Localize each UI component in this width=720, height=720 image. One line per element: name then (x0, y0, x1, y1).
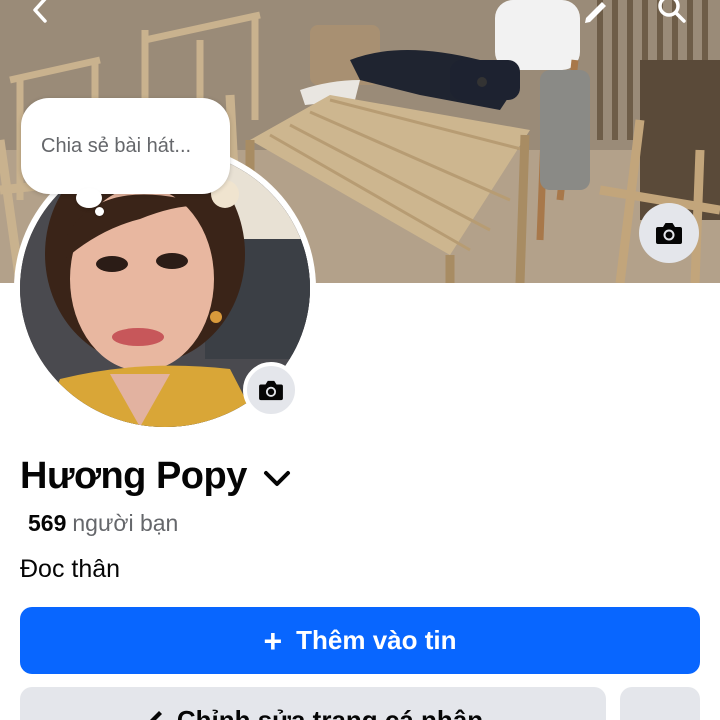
camera-icon (259, 380, 283, 401)
back-button[interactable] (24, 0, 56, 26)
add-to-story-label: Thêm vào tin (296, 625, 457, 655)
profile-name: Hương Popy (20, 455, 247, 497)
more-options-button[interactable]: ... (620, 687, 700, 720)
plus-icon: + (263, 622, 283, 659)
friends-count: 569 (28, 510, 67, 536)
more-horizontal-icon: ... (649, 701, 671, 720)
profile-name-row[interactable]: Hương Popy (20, 455, 291, 498)
camera-icon (656, 223, 682, 244)
chevron-down-icon[interactable] (263, 470, 291, 488)
edit-profile-label: Chỉnh sửa trang cá nhân (176, 705, 484, 720)
friends-count-row[interactable]: 569 người bạn (28, 510, 178, 537)
note-placeholder: Chia sẻ bài hát... (41, 134, 192, 157)
cover-camera-button[interactable] (639, 203, 699, 263)
add-to-story-button[interactable]: + Thêm vào tin (20, 607, 700, 674)
avatar-camera-button[interactable] (243, 362, 299, 418)
profile-bio: Đoc thân (20, 555, 121, 583)
search-button[interactable] (655, 0, 687, 26)
friends-label: người bạn (72, 510, 179, 536)
edit-profile-button[interactable]: Chỉnh sửa trang cá nhân (20, 687, 606, 720)
pencil-icon (585, 2, 606, 23)
profile-page: Chia sẻ bài hát... Hương Popy 569 người b… (0, 0, 720, 720)
note-bubble-tail-small (95, 207, 104, 216)
search-icon (658, 0, 686, 23)
pencil-icon (143, 705, 167, 720)
note-bubble[interactable]: Chia sẻ bài hát... (21, 98, 230, 194)
chevron-left-icon (33, 0, 47, 23)
note-bubble-tail (76, 188, 102, 208)
edit-button[interactable] (580, 0, 612, 26)
